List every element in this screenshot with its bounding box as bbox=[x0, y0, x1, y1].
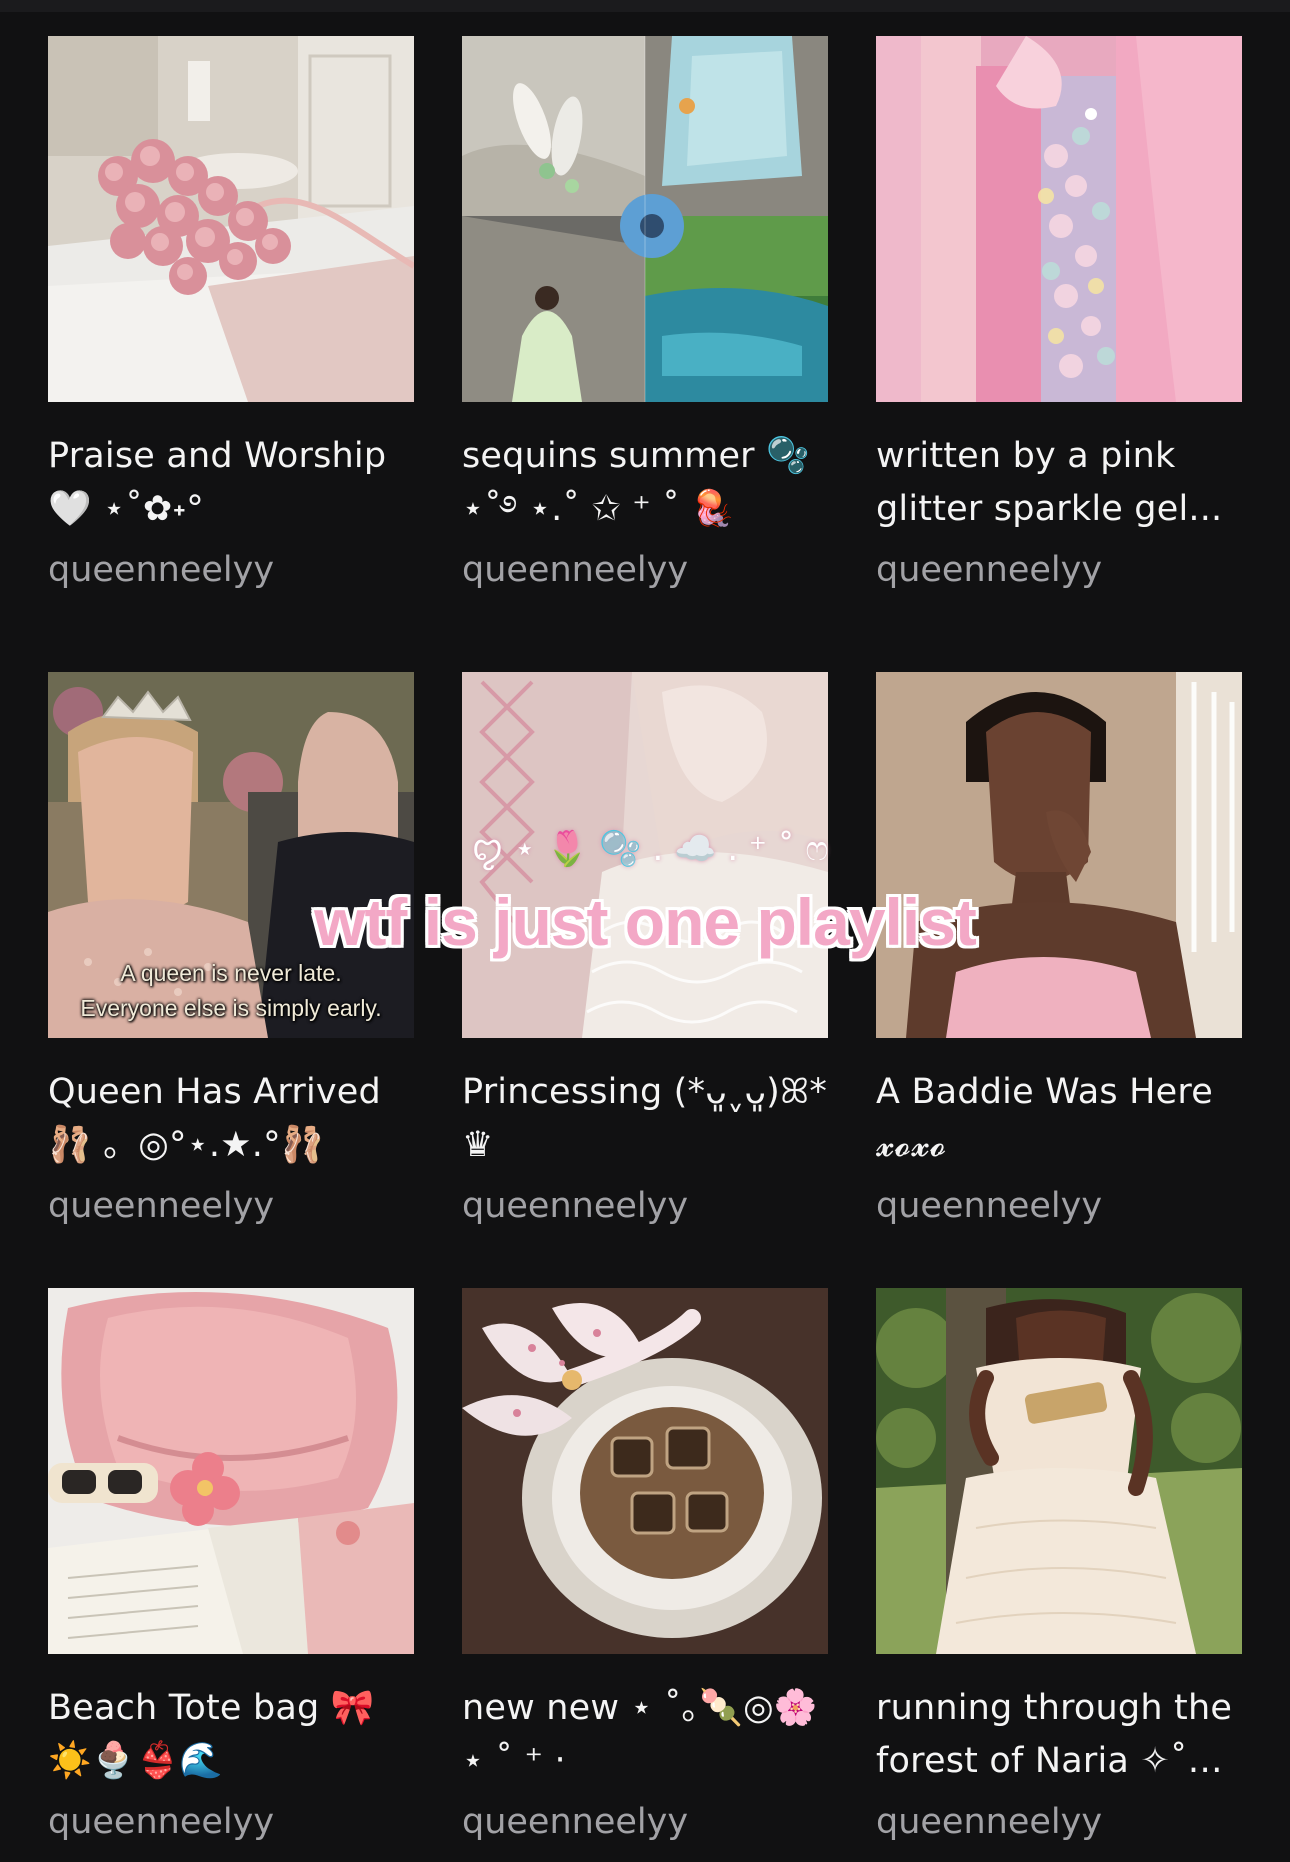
playlist-owner[interactable]: queenneelyy bbox=[48, 1794, 414, 1850]
playlist-owner[interactable]: queenneelyy bbox=[462, 1794, 828, 1850]
playlist-cover-image[interactable] bbox=[48, 1288, 414, 1654]
playlist-owner[interactable]: queenneelyy bbox=[462, 1178, 828, 1234]
playlist-card-praise-and-worship[interactable]: Praise and Worship 🤍 ⋆˚✿˖° queenneelyy bbox=[48, 36, 414, 672]
playlist-card-queen-has-arrived[interactable]: A queen is never late. Everyone else is … bbox=[48, 672, 414, 1288]
playlist-title[interactable]: running through the forest of Naria ✧˚ ༘… bbox=[876, 1682, 1242, 1788]
playlist-card-beach-tote-bag[interactable]: Beach Tote bag 🎀 ☀️🍨👙🌊 queenneelyy bbox=[48, 1288, 414, 1862]
playlist-title[interactable]: sequins summer 🫧 ⋆˚࿔ ⋆.˚ ✩ ⁺ ˚ 🪼 bbox=[462, 430, 828, 536]
playlist-title[interactable]: written by a pink glitter sparkle gel... bbox=[876, 430, 1242, 536]
playlist-cover-image[interactable] bbox=[462, 672, 828, 1038]
top-edge-bar bbox=[0, 0, 1290, 12]
playlist-cover-image[interactable] bbox=[462, 36, 828, 402]
playlist-cover-image[interactable] bbox=[48, 36, 414, 402]
playlist-title[interactable]: Princessing (*ᴗ͈ˬᴗ͈)ꕤ* ♛ bbox=[462, 1066, 828, 1172]
playlist-card-pink-glitter[interactable]: written by a pink glitter sparkle gel...… bbox=[876, 36, 1242, 672]
playlist-title[interactable]: A Baddie Was Here 𝔁𝓸𝔁𝓸 bbox=[876, 1066, 1242, 1172]
playlist-card-forest-of-naria[interactable]: running through the forest of Naria ✧˚ ༘… bbox=[876, 1288, 1242, 1862]
cover-caption: A queen is never late. Everyone else is … bbox=[48, 956, 414, 1026]
playlist-cover-image[interactable] bbox=[876, 36, 1242, 402]
playlist-card-princessing[interactable]: Princessing (*ᴗ͈ˬᴗ͈)ꕤ* ♛ queenneelyy bbox=[462, 672, 828, 1288]
playlist-card-a-baddie-was-here[interactable]: A Baddie Was Here 𝔁𝓸𝔁𝓸 queenneelyy bbox=[876, 672, 1242, 1288]
playlist-cover-image[interactable] bbox=[876, 1288, 1242, 1654]
playlist-owner[interactable]: queenneelyy bbox=[48, 1178, 414, 1234]
playlist-title[interactable]: Beach Tote bag 🎀 ☀️🍨👙🌊 bbox=[48, 1682, 414, 1788]
playlist-cover-image[interactable] bbox=[462, 1288, 828, 1654]
caption-line: Everyone else is simply early. bbox=[80, 995, 382, 1021]
playlist-grid: Praise and Worship 🤍 ⋆˚✿˖° queenneelyy s… bbox=[48, 36, 1242, 1862]
playlist-card-sequins-summer[interactable]: sequins summer 🫧 ⋆˚࿔ ⋆.˚ ✩ ⁺ ˚ 🪼 queenne… bbox=[462, 36, 828, 672]
playlist-title[interactable]: new new ⋆ ˚｡🍡◎🌸⋆ ˚ ⁺ ‧ bbox=[462, 1682, 828, 1788]
playlist-owner[interactable]: queenneelyy bbox=[876, 1178, 1242, 1234]
playlist-card-new-new[interactable]: new new ⋆ ˚｡🍡◎🌸⋆ ˚ ⁺ ‧ queenneelyy bbox=[462, 1288, 828, 1862]
playlist-owner[interactable]: queenneelyy bbox=[876, 542, 1242, 598]
playlist-owner[interactable]: queenneelyy bbox=[876, 1794, 1242, 1850]
playlist-cover-image[interactable]: A queen is never late. Everyone else is … bbox=[48, 672, 414, 1038]
playlist-title[interactable]: Queen Has Arrived 🩰 。◎°⋆.★.°🩰 bbox=[48, 1066, 414, 1172]
playlist-cover-image[interactable] bbox=[876, 672, 1242, 1038]
playlist-owner[interactable]: queenneelyy bbox=[48, 542, 414, 598]
caption-line: A queen is never late. bbox=[120, 960, 342, 986]
playlist-owner[interactable]: queenneelyy bbox=[462, 542, 828, 598]
playlist-title[interactable]: Praise and Worship 🤍 ⋆˚✿˖° bbox=[48, 430, 414, 536]
